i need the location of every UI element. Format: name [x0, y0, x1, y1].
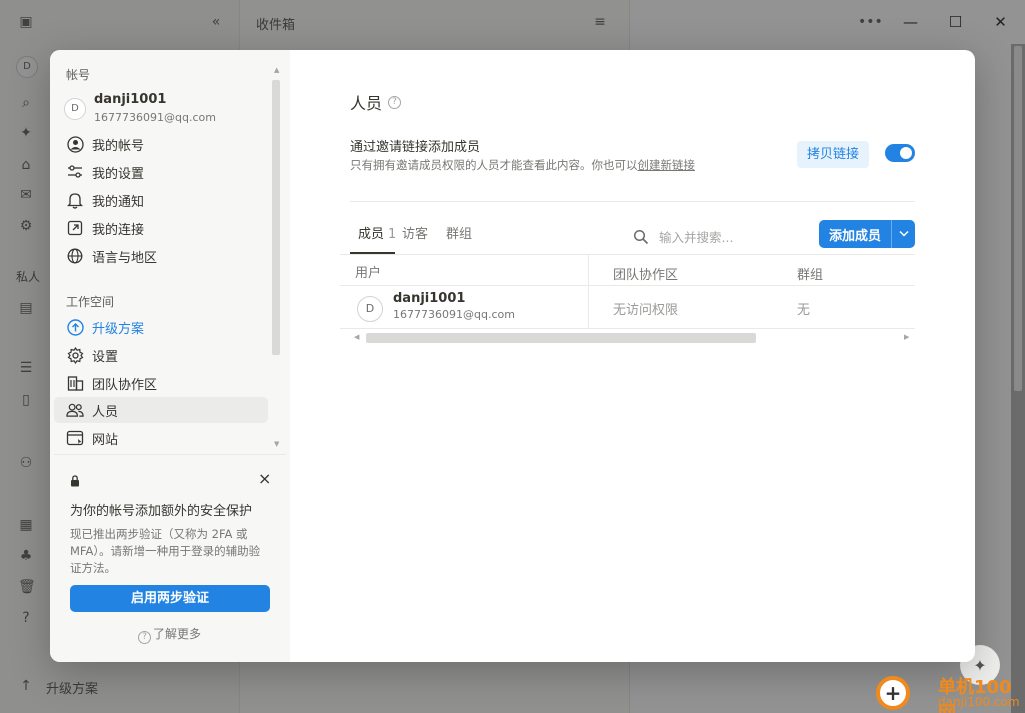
tab-label: 成员 [358, 227, 385, 242]
user-name: danji1001 [94, 92, 167, 107]
account-section-label: 帐号 [66, 68, 91, 82]
member-group[interactable]: 无 [797, 299, 810, 318]
search-input[interactable] [659, 229, 789, 245]
table-border [340, 254, 915, 255]
settings-sidebar: 帐号 D danji1001 1677736091@qq.com 我的帐号 我的… [50, 50, 290, 662]
lock-icon [70, 475, 80, 490]
column-divider [588, 254, 589, 328]
page-scrollbar[interactable] [1011, 44, 1025, 713]
member-avatar: D [357, 296, 383, 322]
nav-label: 我的设置 [92, 166, 145, 182]
external-link-icon [66, 219, 84, 237]
settings-modal: 帐号 D danji1001 1677736091@qq.com 我的帐号 我的… [50, 50, 975, 662]
nav-label: 我的连接 [92, 222, 145, 238]
toggle-knob [900, 147, 912, 159]
arrow-up-circle-icon [66, 318, 84, 336]
search-icon [633, 229, 649, 245]
nav-upgrade-plan[interactable]: 升级方案 [54, 314, 268, 340]
page-scrollbar-thumb[interactable] [1014, 46, 1022, 391]
page-title: 人员 [350, 94, 383, 113]
promo-title: 为你的帐号添加额外的安全保护 [70, 504, 253, 519]
add-member-label: 添加成员 [828, 228, 881, 244]
chevron-down-icon[interactable] [892, 229, 915, 240]
invite-link-title: 通过邀请链接添加成员 [350, 140, 481, 155]
section-divider [350, 201, 915, 202]
promo-description: 现已推出两步验证（又称为 2FA 或 MFA）。请新增一种用于登录的辅助验证方法… [70, 527, 261, 575]
settings-sidebar-scrollbar[interactable] [271, 76, 281, 446]
nav-my-settings[interactable]: 我的设置 [54, 159, 268, 185]
table-horizontal-scrollbar[interactable]: ◀ ▶ [340, 330, 915, 346]
nav-people[interactable]: 人员 [54, 397, 268, 423]
people-icon [66, 401, 84, 419]
watermark-url: danji100.com [938, 695, 1020, 709]
site-watermark: + 单机100网 danji100.com [876, 672, 1025, 713]
learn-more-label: 了解更多 [153, 627, 202, 641]
people-panel: 人员 ? 通过邀请链接添加成员 只有拥有邀请成员权限的人员才能查看此内容。你也可… [290, 50, 975, 662]
table-border [340, 328, 915, 329]
sidebar-scroll-up-icon[interactable]: ▲ [274, 66, 279, 74]
nav-label: 网站 [92, 432, 119, 448]
scroll-left-icon[interactable]: ◀ [354, 333, 359, 341]
account-summary: D danji1001 1677736091@qq.com [64, 92, 264, 128]
scroll-right-icon[interactable]: ▶ [904, 333, 909, 341]
enable-2fa-button[interactable]: 启用两步验证 [70, 585, 270, 612]
tab-groups[interactable]: 群组 [446, 220, 472, 254]
learn-more-link[interactable]: ? 了解更多 [138, 625, 201, 644]
user-circle-icon [66, 135, 84, 153]
tab-members[interactable]: 成员 1 [350, 220, 397, 254]
nav-language-region[interactable]: 语言与地区 [54, 243, 268, 269]
nav-label: 人员 [92, 404, 119, 420]
add-member-button[interactable]: 添加成员 [819, 220, 915, 248]
nav-settings[interactable]: 设置 [54, 342, 268, 368]
invite-link-toggle[interactable] [885, 144, 915, 162]
watermark-logo-icon: + [876, 676, 910, 710]
nav-label: 我的通知 [92, 194, 145, 210]
security-promo-card: × 为你的帐号添加额外的安全保护 现已推出两步验证（又称为 2FA 或 MFA）… [54, 454, 286, 662]
people-header: 人员 ? [350, 90, 402, 114]
sliders-icon [66, 163, 84, 181]
nav-label: 语言与地区 [92, 250, 158, 266]
nav-my-connections[interactable]: 我的连接 [54, 215, 268, 241]
member-email: 1677736091@qq.com [393, 308, 515, 321]
invite-desc-text: 只有拥有邀请成员权限的人员才能查看此内容。你也可以 [350, 158, 638, 172]
table-border [340, 285, 915, 286]
nav-my-notifications[interactable]: 我的通知 [54, 187, 268, 213]
nav-sites[interactable]: 网站 [54, 425, 268, 451]
help-circle-icon[interactable]: ? [388, 95, 402, 109]
column-header-user[interactable]: 用户 [355, 262, 381, 281]
settings-sidebar-scrollbar-thumb[interactable] [272, 80, 280, 355]
nav-teamspaces[interactable]: 团队协作区 [54, 370, 268, 396]
gear-icon [66, 346, 84, 364]
tab-guests[interactable]: 访客 [402, 220, 428, 254]
table-scrollbar-thumb[interactable] [366, 333, 756, 343]
user-avatar: D [64, 98, 86, 120]
nav-label: 升级方案 [92, 321, 145, 337]
create-new-link[interactable]: 创建新链接 [638, 158, 696, 172]
bell-icon [66, 191, 84, 209]
invite-link-description: 只有拥有邀请成员权限的人员才能查看此内容。你也可以创建新链接 [350, 157, 695, 173]
copy-link-button[interactable]: 拷贝链接 [797, 141, 869, 168]
member-teamspace-access[interactable]: 无访问权限 [613, 299, 678, 318]
nav-label: 设置 [92, 349, 119, 365]
member-search [633, 226, 793, 248]
nav-label: 团队协作区 [92, 377, 158, 393]
member-name: danji1001 [393, 291, 466, 306]
globe-icon [66, 247, 84, 265]
column-header-group[interactable]: 群组 [797, 264, 823, 283]
workspace-section-label: 工作空间 [66, 295, 115, 309]
building-icon [66, 374, 84, 392]
tab-count: 1 [388, 227, 397, 242]
nav-label: 我的帐号 [92, 138, 145, 154]
user-email: 1677736091@qq.com [94, 111, 216, 124]
sidebar-scroll-down-icon[interactable]: ▼ [274, 440, 279, 448]
column-header-teamspace[interactable]: 团队协作区 [613, 264, 678, 283]
browser-icon [66, 429, 84, 447]
nav-my-account[interactable]: 我的帐号 [54, 131, 268, 157]
close-promo-icon[interactable]: × [258, 469, 271, 488]
help-circle-icon: ? [138, 631, 151, 644]
